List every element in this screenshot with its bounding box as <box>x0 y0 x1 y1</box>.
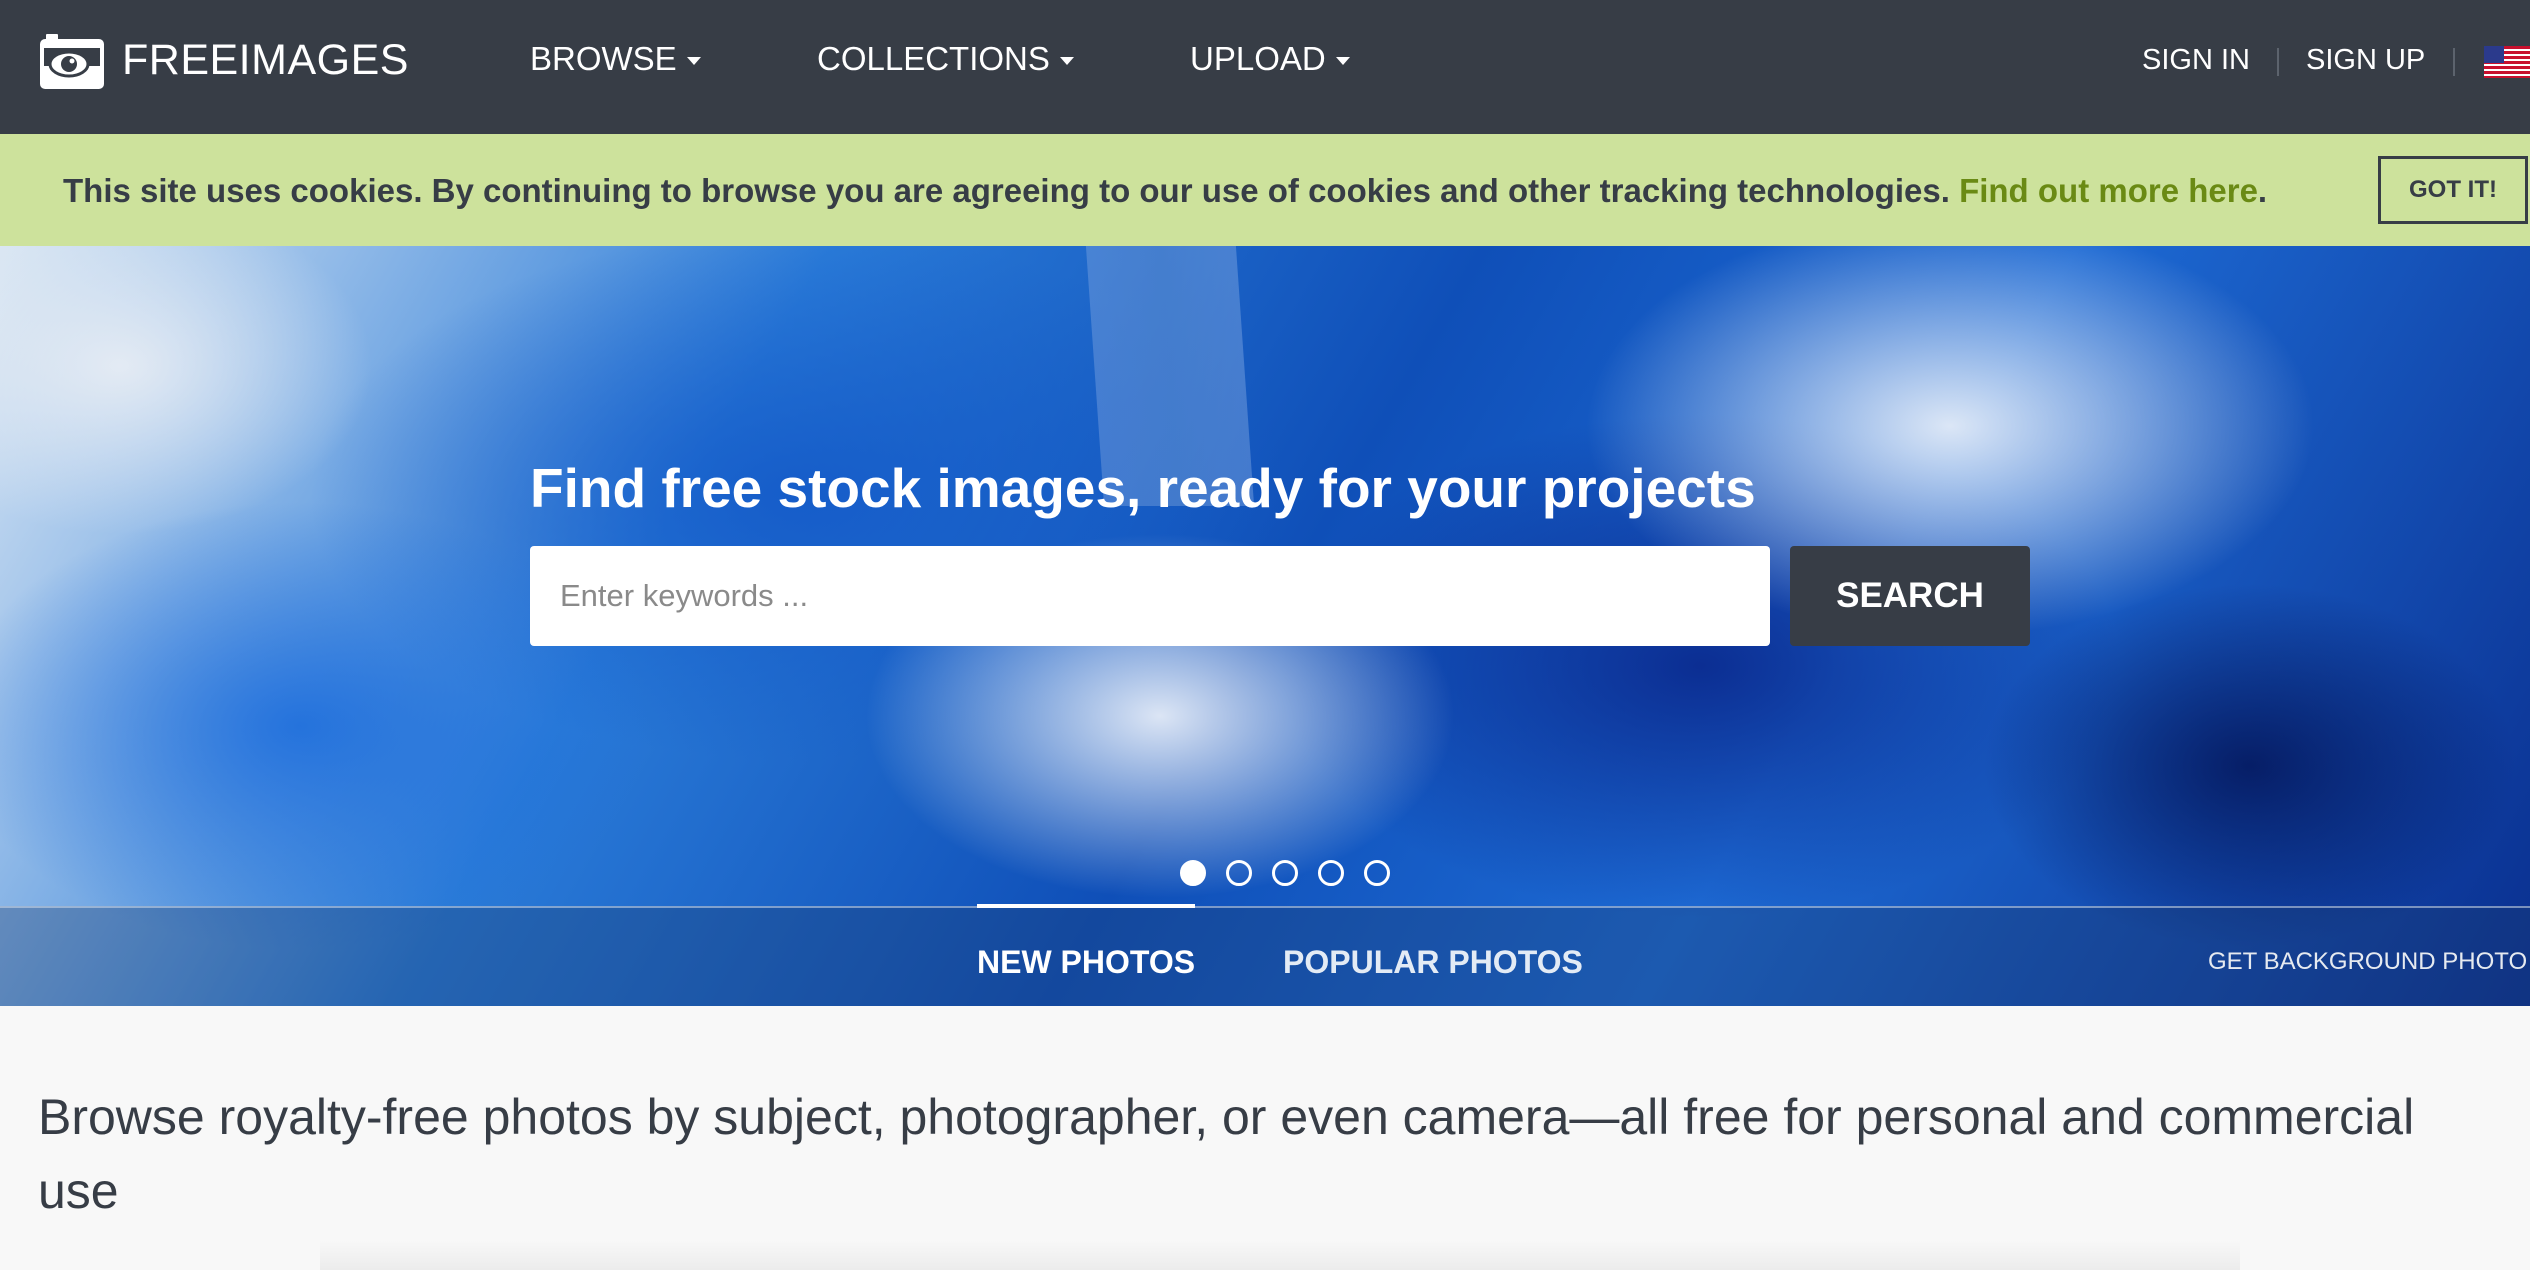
nav-browse-label: BROWSE <box>530 40 677 77</box>
carousel-indicators <box>1180 860 1390 886</box>
caret-down-icon <box>1059 57 1074 66</box>
tab-new-photos[interactable]: NEW PHOTOS <box>977 944 1195 981</box>
get-background-photo-link[interactable]: GET BACKGROUND PHOTO <box>2208 948 2527 976</box>
nav-upload-label: UPLOAD <box>1190 40 1326 77</box>
hero-title: Find free stock images, ready for your p… <box>530 457 1756 519</box>
carousel-dot[interactable] <box>1272 860 1298 886</box>
nav-upload[interactable]: UPLOAD <box>1190 40 1350 78</box>
cookie-banner: This site uses cookies. By continuing to… <box>0 134 2530 246</box>
brand-name: FREEIMAGES <box>122 35 409 84</box>
page-tagline: Browse royalty-free photos by subject, p… <box>38 1089 2415 1219</box>
carousel-dot[interactable] <box>1226 860 1252 886</box>
nav-divider <box>2453 48 2455 76</box>
nav-divider <box>2277 48 2279 76</box>
nav-browse[interactable]: BROWSE <box>530 40 701 78</box>
camera-logo-icon <box>40 34 104 89</box>
search-button[interactable]: SEARCH <box>1790 546 2030 646</box>
sign-in-link[interactable]: SIGN IN <box>2142 44 2250 77</box>
cookie-text: This site uses cookies. By continuing to… <box>63 172 1960 209</box>
tab-popular-photos[interactable]: POPULAR PHOTOS <box>1283 944 1583 981</box>
us-flag-icon[interactable] <box>2484 46 2530 78</box>
caret-down-icon <box>1335 57 1350 66</box>
photo-tabs: NEW PHOTOS POPULAR PHOTOS GET BACKGROUND… <box>0 904 2530 1006</box>
sign-up-link[interactable]: SIGN UP <box>2306 44 2425 77</box>
caret-down-icon <box>686 57 701 66</box>
nav-collections[interactable]: COLLECTIONS <box>817 40 1074 78</box>
hero-banner: Find free stock images, ready for your p… <box>0 246 2530 1006</box>
content-card-edge <box>320 1240 2240 1270</box>
carousel-dot[interactable] <box>1364 860 1390 886</box>
cookie-period: . <box>2257 172 2268 209</box>
cookie-more-link[interactable]: Find out more here <box>1959 172 2258 209</box>
cookie-message: This site uses cookies. By continuing to… <box>63 172 2267 210</box>
search-input[interactable] <box>530 546 1770 646</box>
site-logo[interactable]: FREEIMAGES <box>38 26 409 94</box>
nav-collections-label: COLLECTIONS <box>817 40 1050 77</box>
carousel-dot[interactable] <box>1180 860 1206 886</box>
active-tab-indicator <box>977 904 1195 908</box>
carousel-dot[interactable] <box>1318 860 1344 886</box>
top-navbar: FREEIMAGES BROWSE COLLECTIONS UPLOAD SIG… <box>0 0 2530 134</box>
got-it-button[interactable]: GOT IT! <box>2378 156 2528 224</box>
